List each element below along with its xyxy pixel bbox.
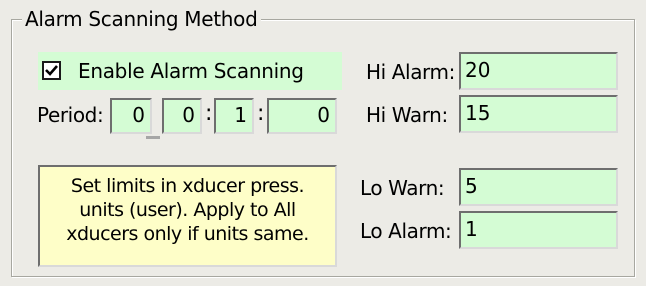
hi-alarm-label: Hi Alarm: [366,60,455,84]
enable-alarm-scanning-label: Enable Alarm Scanning [78,59,304,83]
hi-alarm-field[interactable]: 20 [459,52,618,90]
period-field-1[interactable]: 0 [110,98,152,134]
group-title: Alarm Scanning Method [22,6,261,32]
period-field-3[interactable]: 1 [214,98,254,134]
hi-warn-field[interactable]: 15 [459,95,618,133]
enable-alarm-scanning-checkbox[interactable] [42,61,61,80]
period-separator-1: : [205,101,213,126]
lo-warn-label: Lo Warn: [360,176,445,200]
limits-note: Set limits in xducer press. units (user)… [38,165,337,267]
hi-warn-label: Hi Warn: [366,103,448,127]
period-label: Period: [37,103,104,127]
period-separator-2: : [257,101,265,126]
lo-warn-field[interactable]: 5 [459,168,618,206]
period-field-4[interactable]: 0 [267,98,337,134]
enable-alarm-scanning-checkbox-row[interactable]: Enable Alarm Scanning [38,52,342,90]
note-line: units (user). Apply to All [79,199,296,221]
note-line: Set limits in xducer press. [70,175,305,197]
checkmark-icon [45,65,58,76]
note-line: xducers only if units same. [66,223,309,245]
lo-alarm-label: Lo Alarm: [360,219,452,243]
period-focus-mark [146,136,160,139]
period-field-2[interactable]: 0 [162,98,202,134]
lo-alarm-field[interactable]: 1 [459,211,618,249]
